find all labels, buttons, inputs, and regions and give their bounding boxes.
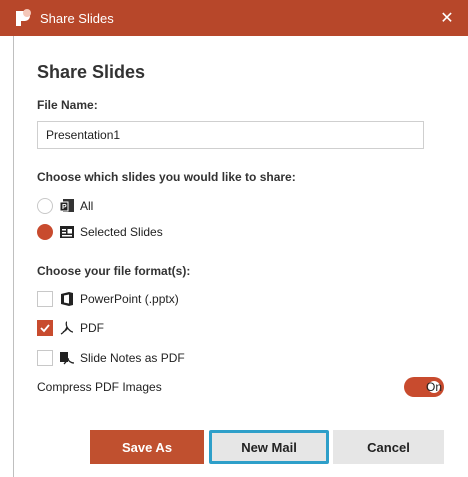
notes-pdf-icon	[59, 350, 75, 366]
share-slides-dialog: Share Slides ✕ Share Slides File Name: C…	[0, 0, 468, 477]
notes-pdf-label: Slide Notes as PDF	[80, 351, 185, 365]
format-option-pdf[interactable]: PDF	[37, 318, 104, 338]
radio-option-selected[interactable]: Selected Slides	[37, 222, 163, 242]
powerpoint-app-icon	[12, 7, 34, 29]
close-icon: ✕	[440, 10, 454, 27]
checkbox-pptx[interactable]	[37, 291, 53, 307]
cancel-button[interactable]: Cancel	[333, 430, 444, 464]
radio-all[interactable]	[37, 198, 53, 214]
save-as-button[interactable]: Save As	[90, 430, 204, 464]
checkmark-icon	[40, 324, 50, 333]
window-title: Share Slides	[40, 10, 114, 26]
checkbox-pdf[interactable]	[37, 320, 53, 336]
office-icon	[59, 291, 75, 307]
dialog-heading: Share Slides	[37, 62, 146, 82]
file-name-input[interactable]	[37, 121, 424, 149]
powerpoint-slides-icon: P	[59, 198, 75, 214]
pdf-label: PDF	[80, 321, 104, 335]
selected-slides-icon	[59, 224, 75, 240]
title-bar: Share Slides ✕	[0, 0, 468, 36]
toggle-state-label: On	[426, 380, 443, 394]
format-option-pptx[interactable]: PowerPoint (.pptx)	[37, 289, 179, 309]
radio-selected-label: Selected Slides	[80, 225, 163, 239]
radio-option-all[interactable]: P All	[37, 196, 93, 216]
file-name-label: File Name:	[37, 98, 98, 112]
new-mail-button[interactable]: New Mail	[209, 430, 329, 464]
compress-pdf-label: Compress PDF Images	[37, 380, 162, 394]
pdf-icon	[59, 320, 75, 336]
radio-all-label: All	[80, 199, 94, 213]
svg-text:P: P	[62, 204, 67, 211]
pptx-label: PowerPoint (.pptx)	[80, 292, 179, 306]
radio-selected-slides[interactable]	[37, 224, 53, 240]
dialog-left-border	[13, 36, 14, 477]
checkbox-notes-pdf[interactable]	[37, 350, 53, 366]
format-option-notes-pdf[interactable]: Slide Notes as PDF	[37, 348, 185, 368]
format-choice-label: Choose your file format(s):	[37, 264, 191, 278]
compress-pdf-row: Compress PDF Images	[37, 376, 443, 398]
close-button[interactable]: ✕	[436, 7, 458, 29]
slides-choice-label: Choose which slides you would like to sh…	[37, 170, 296, 184]
